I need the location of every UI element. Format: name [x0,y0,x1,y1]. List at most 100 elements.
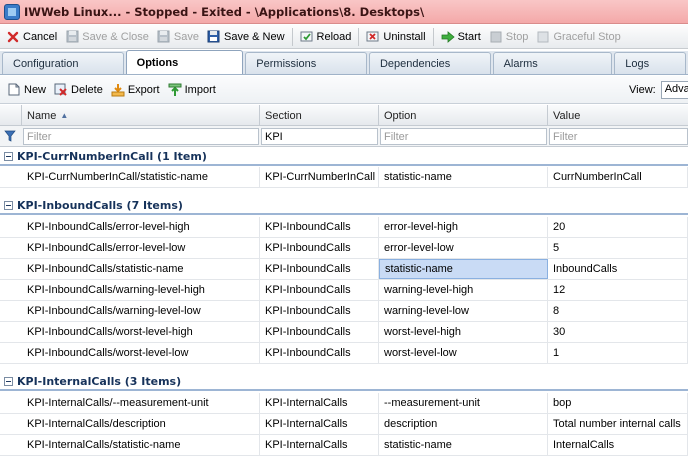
value-cell[interactable]: 12 [548,280,688,300]
tab-alarms-label: Alarms [503,57,538,70]
table-row[interactable]: KPI-CurrNumberInCall/statistic-name KPI-… [0,167,688,188]
option-cell[interactable]: description [379,414,548,434]
column-header-section[interactable]: Section [260,105,379,126]
value-filter-input[interactable] [549,128,688,145]
section-cell[interactable]: KPI-InternalCalls [260,435,379,455]
name-cell[interactable]: KPI-InboundCalls/statistic-name [22,259,260,279]
table-row[interactable]: KPI-InboundCalls/statistic-name KPI-Inbo… [0,259,688,280]
cancel-button[interactable]: Cancel [2,27,61,47]
table-row[interactable]: KPI-InternalCalls/description KPI-Intern… [0,414,688,435]
section-cell[interactable]: KPI-InboundCalls [260,301,379,321]
collapse-toggle-icon[interactable] [4,376,13,386]
name-filter-cell [23,128,259,145]
value-cell[interactable]: 8 [548,301,688,321]
column-header-value[interactable]: Value [548,105,688,126]
group-header[interactable]: KPI-InternalCalls (3 Items) [0,373,688,391]
table-row[interactable]: KPI-InboundCalls/warning-level-low KPI-I… [0,301,688,322]
tab-logs-label: Logs [625,57,650,70]
option-cell[interactable]: statistic-name [379,435,548,455]
stop-button[interactable]: Stop [485,27,533,47]
stop-label: Stop [505,30,529,43]
name-cell[interactable]: KPI-InboundCalls/worst-level-low [22,343,260,363]
value-cell[interactable]: 30 [548,322,688,342]
section-cell[interactable]: KPI-InboundCalls [260,217,379,237]
table-row[interactable]: KPI-InboundCalls/warning-level-high KPI-… [0,280,688,301]
export-button[interactable]: Export [107,80,164,100]
table-row[interactable]: KPI-InboundCalls/worst-level-low KPI-Inb… [0,343,688,364]
name-cell[interactable]: KPI-InboundCalls/error-level-high [22,217,260,237]
save-new-button[interactable]: Save & New [203,27,289,47]
name-cell[interactable]: KPI-CurrNumberInCall/statistic-name [22,167,260,187]
name-cell[interactable]: KPI-InternalCalls/--measurement-unit [22,393,260,413]
tab-permissions[interactable]: Permissions [245,52,367,74]
save-close-label: Save & Close [82,30,149,43]
filter-funnel-icon[interactable] [4,130,16,145]
save-button[interactable]: Save [153,27,203,47]
section-cell[interactable]: KPI-InternalCalls [260,414,379,434]
table-row[interactable]: KPI-InboundCalls/worst-level-high KPI-In… [0,322,688,343]
uninstall-button[interactable]: Uninstall [362,27,429,47]
option-cell-selected[interactable]: statistic-name [379,259,548,279]
option-filter-input[interactable] [380,128,547,145]
toolbar-divider [358,27,360,46]
table-row[interactable]: KPI-InternalCalls/--measurement-unit KPI… [0,393,688,414]
section-cell[interactable]: KPI-CurrNumberInCall [260,167,379,187]
value-cell[interactable]: Total number internal calls [548,414,688,434]
group-header[interactable]: KPI-CurrNumberInCall (1 Item) [0,148,688,166]
value-cell[interactable]: CurrNumberInCall [548,167,688,187]
section-cell[interactable]: KPI-InboundCalls [260,238,379,258]
group-header-label: KPI-CurrNumberInCall (1 Item) [17,149,207,163]
group-header[interactable]: KPI-InboundCalls (7 Items) [0,197,688,215]
section-cell[interactable]: KPI-InboundCalls [260,280,379,300]
tab-options[interactable]: Options [125,50,244,74]
option-cell[interactable]: error-level-low [379,238,548,258]
value-cell[interactable]: InboundCalls [548,259,688,279]
tab-dependencies[interactable]: Dependencies [368,52,491,74]
save-close-button[interactable]: Save & Close [61,27,153,47]
section-cell[interactable]: KPI-InboundCalls [260,259,379,279]
table-row[interactable]: KPI-InboundCalls/error-level-high KPI-In… [0,217,688,238]
window-title: IWWeb Linux... - Stopped - Exited - \App… [24,4,425,19]
option-cell[interactable]: --measurement-unit [379,393,548,413]
column-header-option[interactable]: Option [379,105,548,126]
new-button[interactable]: New [3,80,50,100]
start-arrow-icon [441,30,455,44]
group-header-label: KPI-InternalCalls (3 Items) [17,374,182,388]
name-cell[interactable]: KPI-InboundCalls/warning-level-low [22,301,260,321]
column-header-name[interactable]: Name ▲ [22,105,260,126]
delete-button[interactable]: Delete [50,80,107,100]
graceful-stop-button[interactable]: Graceful Stop [532,27,624,47]
section-cell[interactable]: KPI-InternalCalls [260,393,379,413]
name-cell[interactable]: KPI-InboundCalls/error-level-low [22,238,260,258]
name-cell[interactable]: KPI-InternalCalls/description [22,414,260,434]
name-cell[interactable]: KPI-InboundCalls/worst-level-high [22,322,260,342]
value-cell[interactable]: InternalCalls [548,435,688,455]
tab-alarms[interactable]: Alarms [492,52,613,74]
collapse-toggle-icon[interactable] [4,200,13,210]
name-filter-input[interactable] [23,128,259,145]
option-cell[interactable]: statistic-name [379,167,548,187]
view-dropdown[interactable]: Advanced [660,81,688,99]
start-button[interactable]: Start [437,27,485,47]
tab-configuration[interactable]: Configuration [2,52,124,74]
option-cell[interactable]: error-level-high [379,217,548,237]
value-cell[interactable]: 5 [548,238,688,258]
collapse-toggle-icon[interactable] [4,151,13,161]
option-cell[interactable]: warning-level-high [379,280,548,300]
name-cell[interactable]: KPI-InternalCalls/statistic-name [22,435,260,455]
value-cell[interactable]: bop [548,393,688,413]
tab-logs[interactable]: Logs [614,52,687,74]
option-cell[interactable]: worst-level-high [379,322,548,342]
section-cell[interactable]: KPI-InboundCalls [260,322,379,342]
section-filter-input[interactable] [261,128,378,145]
import-button[interactable]: Import [164,80,220,100]
value-cell[interactable]: 20 [548,217,688,237]
value-cell[interactable]: 1 [548,343,688,363]
table-row[interactable]: KPI-InboundCalls/error-level-low KPI-Inb… [0,238,688,259]
table-row[interactable]: KPI-InternalCalls/statistic-name KPI-Int… [0,435,688,456]
option-cell[interactable]: warning-level-low [379,301,548,321]
name-cell[interactable]: KPI-InboundCalls/warning-level-high [22,280,260,300]
option-cell[interactable]: worst-level-low [379,343,548,363]
reload-button[interactable]: Reload [296,27,356,47]
section-cell[interactable]: KPI-InboundCalls [260,343,379,363]
